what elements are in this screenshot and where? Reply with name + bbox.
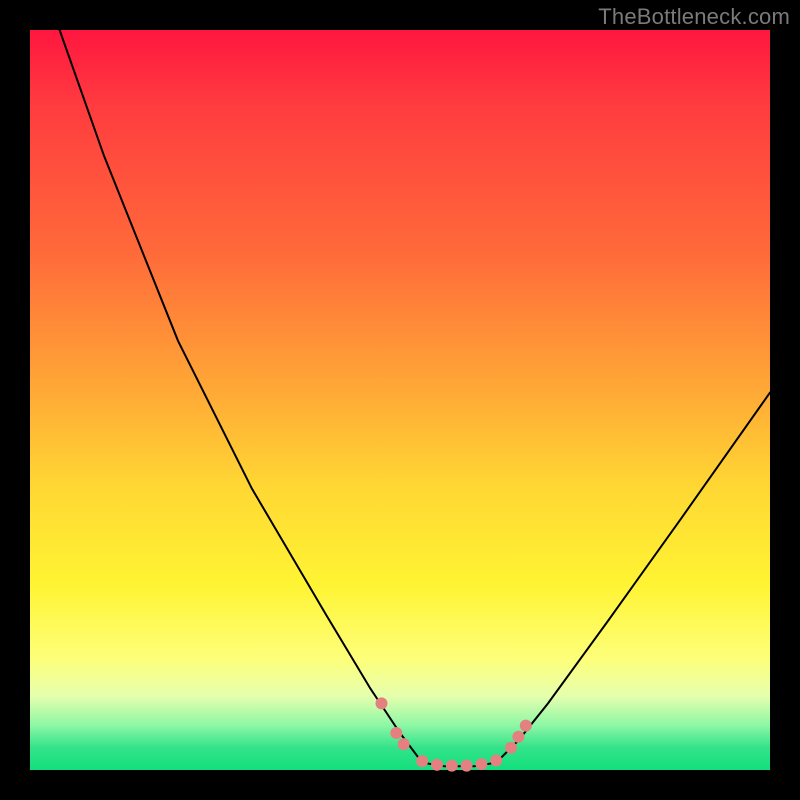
highlight-dot: [490, 754, 502, 766]
chart-frame: TheBottleneck.com: [0, 0, 800, 800]
bottleneck-curve: [30, 30, 770, 770]
highlight-dot: [505, 742, 517, 754]
highlight-dot: [520, 720, 532, 732]
highlight-dot: [461, 760, 473, 772]
highlight-dot: [512, 731, 524, 743]
curve-path: [60, 30, 770, 766]
highlight-dot: [416, 755, 428, 767]
highlight-dot: [376, 697, 388, 709]
highlight-dot: [431, 759, 443, 771]
highlight-dot: [398, 738, 410, 750]
highlight-dot: [390, 727, 402, 739]
highlight-dot: [446, 760, 458, 772]
plot-area: [30, 30, 770, 770]
watermark-label: TheBottleneck.com: [598, 4, 790, 30]
highlight-dot: [475, 758, 487, 770]
